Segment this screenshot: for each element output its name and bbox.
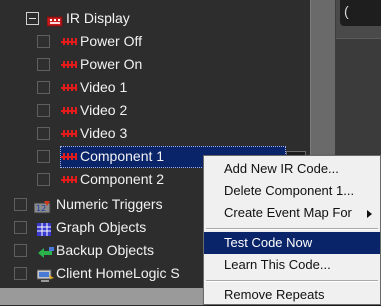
menu-item-delete-component[interactable]: Delete Component 1... <box>204 180 380 202</box>
tree-item-label: Video 3 <box>80 125 128 141</box>
ir-code-icon <box>61 173 77 186</box>
menu-item-test-code-now[interactable]: Test Code Now <box>204 232 380 254</box>
tree-item-video-1[interactable]: Video 1 <box>0 76 310 99</box>
ir-code-icon <box>61 35 77 48</box>
menu-item-create-event-map[interactable]: Create Event Map For <box>204 202 380 224</box>
checkbox[interactable] <box>14 267 27 280</box>
tree-item-label: Power Off <box>80 33 142 49</box>
checkbox[interactable] <box>37 81 50 94</box>
graph-objects-icon <box>37 221 53 236</box>
ir-code-icon <box>61 127 77 140</box>
checkbox[interactable] <box>14 244 27 257</box>
svg-text:12: 12 <box>36 204 46 213</box>
checkbox[interactable] <box>37 58 50 71</box>
checkbox[interactable] <box>37 150 50 163</box>
tree-item-video-2[interactable]: Video 2 <box>0 99 310 122</box>
tree-item-power-off[interactable]: Power Off <box>0 30 310 53</box>
tree-item-label: Component 1 <box>80 148 165 164</box>
menu-item-label: Test Code Now <box>224 235 313 250</box>
menu-item-label: Learn This Code... <box>224 257 331 272</box>
tree-item-label: Video 1 <box>80 79 128 95</box>
backup-objects-icon <box>37 244 54 258</box>
menu-item-label: Remove Repeats <box>224 287 325 302</box>
checkbox[interactable] <box>37 127 50 140</box>
menu-item-add-new-ir-code[interactable]: Add New IR Code... <box>204 158 380 180</box>
tree-node-label: Client HomeLogic S <box>56 265 180 281</box>
ir-code-icon <box>61 104 77 117</box>
collapse-toggle-icon[interactable] <box>26 12 39 25</box>
tree-item-label: Component 2 <box>80 171 165 187</box>
menu-separator <box>206 280 378 282</box>
checkbox[interactable] <box>14 221 27 234</box>
tree-item-label: Video 2 <box>80 102 128 118</box>
tree-item-label: Power On <box>80 56 143 72</box>
ir-code-icon <box>61 81 77 94</box>
menu-item-label: Add New IR Code... <box>224 161 339 176</box>
tree-item-power-on[interactable]: Power On <box>0 53 310 76</box>
tree-item-video-3[interactable]: Video 3 <box>0 122 310 145</box>
menu-item-learn-this-code[interactable]: Learn This Code... <box>204 254 380 276</box>
menu-item-label: Create Event Map For <box>224 205 352 220</box>
menu-item-label: Delete Component 1... <box>224 183 355 198</box>
tree-node-label: IR Display <box>66 10 130 26</box>
numeric-triggers-icon: 12 <box>33 198 51 214</box>
checkbox[interactable] <box>37 35 50 48</box>
ir-code-icon <box>61 58 77 71</box>
submenu-arrow-icon <box>367 210 372 218</box>
tree-node-ir-display[interactable]: IR Display <box>0 7 310 30</box>
checkbox[interactable] <box>14 198 27 211</box>
checkbox[interactable] <box>37 173 50 186</box>
tree-node-label: Backup Objects <box>56 242 155 258</box>
checkbox[interactable] <box>37 104 50 117</box>
ir-code-icon <box>61 150 77 163</box>
menu-item-remove-repeats[interactable]: Remove Repeats <box>204 284 380 306</box>
right-panel-tab[interactable]: ( <box>340 0 381 26</box>
client-homelogic-icon <box>36 267 54 282</box>
menu-separator <box>206 228 378 230</box>
tree-node-label: Graph Objects <box>56 219 147 235</box>
ir-display-icon <box>46 12 63 27</box>
tree-node-label: Numeric Triggers <box>56 196 163 212</box>
context-menu: Add New IR Code... Delete Component 1...… <box>203 155 381 305</box>
